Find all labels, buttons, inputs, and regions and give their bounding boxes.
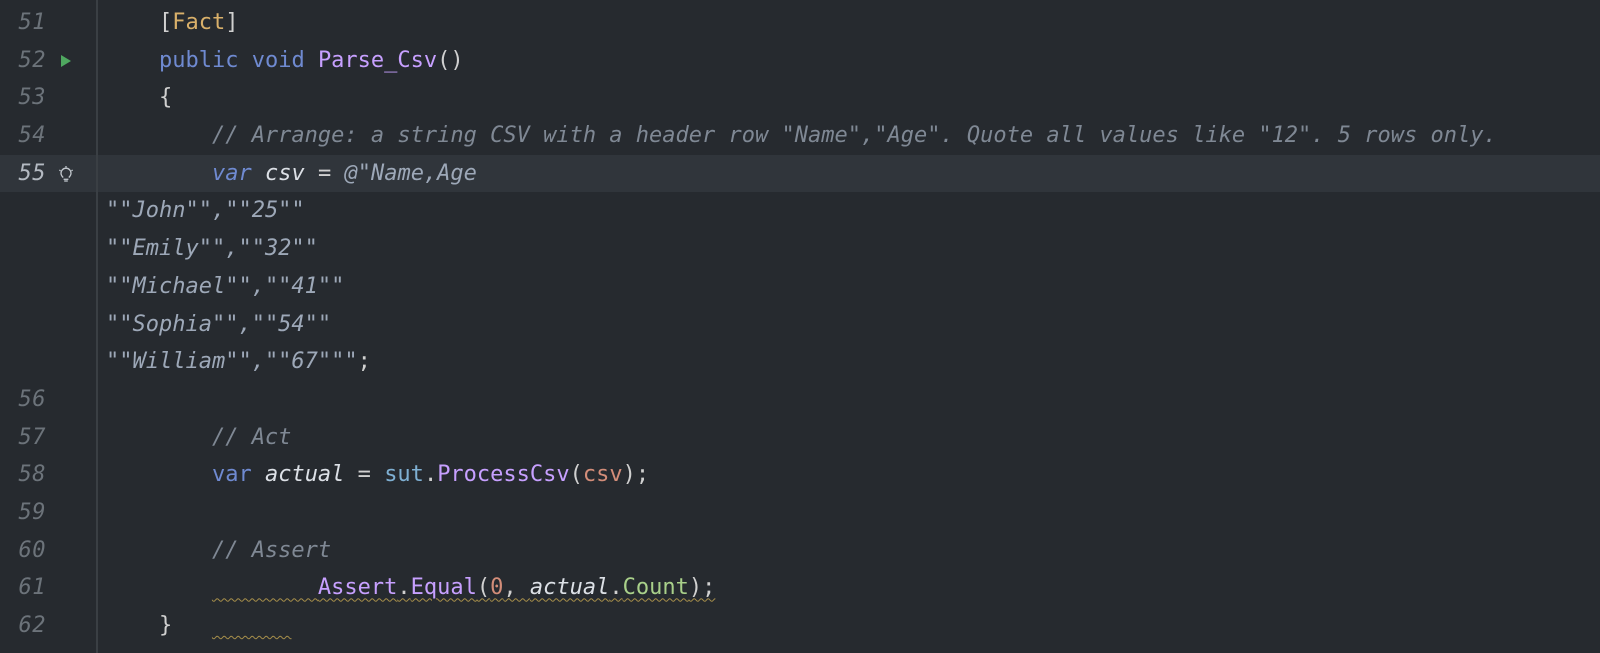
attribute: Fact [172, 4, 225, 42]
code-line[interactable]: ""William"",""67"""; [98, 343, 1600, 381]
gutter-row[interactable] [0, 192, 96, 230]
paren: ); [689, 575, 716, 600]
brace: { [159, 79, 172, 117]
line-number: 54 [0, 117, 46, 155]
line-number: 60 [0, 532, 46, 570]
string: ""Michael"",""41"" [106, 268, 344, 306]
gutter-row[interactable]: 58 [0, 456, 96, 494]
comma: , [503, 575, 530, 600]
code-editor[interactable]: 51 52 53 54 55 [0, 0, 1600, 653]
code-line[interactable]: // Act [98, 419, 1600, 457]
variable: actual [265, 456, 344, 494]
paren: ( [477, 575, 490, 600]
comment: // Act [212, 419, 291, 457]
number: 0 [490, 575, 503, 600]
argument: csv [583, 456, 623, 494]
brace: } [159, 607, 172, 645]
run-test-icon[interactable] [46, 53, 86, 69]
paren: ( [570, 456, 583, 494]
variable: actual [530, 575, 609, 600]
gutter-row[interactable]: 61 [0, 569, 96, 607]
line-number: 51 [0, 4, 46, 42]
string-quote: " [358, 155, 371, 193]
code-line[interactable] [98, 381, 1600, 419]
property: Count [623, 575, 689, 600]
field: sut [384, 456, 424, 494]
string: ""Emily"",""32"" [106, 230, 318, 268]
string: Name,Age [371, 155, 477, 193]
gutter-row[interactable]: 55 [0, 155, 96, 193]
line-number: 61 [0, 569, 46, 607]
gutter-row[interactable]: 54 [0, 117, 96, 155]
gutter-row[interactable]: 53 [0, 79, 96, 117]
string: ""Sophia"",""54"" [106, 306, 331, 344]
code-line[interactable] [98, 494, 1600, 532]
keyword: var [212, 456, 252, 494]
string: ""William"",""67""" [106, 343, 358, 381]
method-call: ProcessCsv [437, 456, 569, 494]
gutter: 51 52 53 54 55 [0, 0, 98, 653]
method-name: Parse_Csv [318, 42, 437, 80]
method-call: Equal [411, 575, 477, 600]
string: ""John"",""25"" [106, 192, 305, 230]
code-line[interactable]: public void Parse_Csv() [98, 42, 1600, 80]
gutter-row[interactable]: 51 [0, 4, 96, 42]
dot: . [609, 575, 622, 600]
code-line[interactable]: ""Michael"",""41"" [98, 268, 1600, 306]
gutter-row[interactable]: 56 [0, 381, 96, 419]
gutter-row[interactable] [0, 306, 96, 344]
line-number: 55 [0, 155, 46, 193]
dot: . [424, 456, 437, 494]
gutter-row[interactable] [0, 268, 96, 306]
keyword: public [159, 42, 238, 80]
line-number: 58 [0, 456, 46, 494]
gutter-row[interactable]: 62 [0, 607, 96, 645]
line-number: 62 [0, 607, 46, 645]
code-area[interactable]: [Fact] public void Parse_Csv() { // Arra… [98, 0, 1600, 653]
code-line-active[interactable]: var csv = @"Name,Age [98, 155, 1600, 193]
operator: = [344, 456, 384, 494]
keyword: var [212, 155, 252, 193]
gutter-row[interactable]: 52 [0, 42, 96, 80]
line-number: 59 [0, 494, 46, 532]
gutter-row[interactable]: 59 [0, 494, 96, 532]
code-line[interactable]: Assert.Equal(0, actual.Count); [98, 569, 1600, 607]
line-number: 52 [0, 42, 46, 80]
gutter-row[interactable]: 60 [0, 532, 96, 570]
operator: = [305, 155, 345, 193]
parens: () [437, 42, 464, 80]
gutter-row[interactable]: 57 [0, 419, 96, 457]
code-line[interactable]: ""Sophia"",""54"" [98, 306, 1600, 344]
gutter-row[interactable] [0, 343, 96, 381]
line-number: 56 [0, 381, 46, 419]
dot: . [397, 575, 410, 600]
keyword: void [252, 42, 305, 80]
comment: // Arrange: a string CSV with a header r… [212, 117, 1497, 155]
code-line[interactable]: ""Emily"",""32"" [98, 230, 1600, 268]
gutter-row[interactable] [0, 230, 96, 268]
code-line[interactable]: // Arrange: a string CSV with a header r… [98, 117, 1600, 155]
paren: ); [623, 456, 650, 494]
code-line[interactable]: var actual = sut.ProcessCsv(csv); [98, 456, 1600, 494]
string-prefix: @ [344, 155, 357, 193]
bracket: [ [159, 4, 172, 42]
bracket: ] [225, 4, 238, 42]
variable: csv [265, 155, 305, 193]
line-number: 53 [0, 79, 46, 117]
code-line[interactable]: [Fact] [98, 4, 1600, 42]
lightbulb-icon[interactable] [46, 165, 86, 183]
code-line[interactable]: ""John"",""25"" [98, 192, 1600, 230]
semicolon: ; [358, 343, 371, 381]
line-number: 57 [0, 419, 46, 457]
class-name: Assert [318, 575, 397, 600]
code-line[interactable]: { [98, 79, 1600, 117]
